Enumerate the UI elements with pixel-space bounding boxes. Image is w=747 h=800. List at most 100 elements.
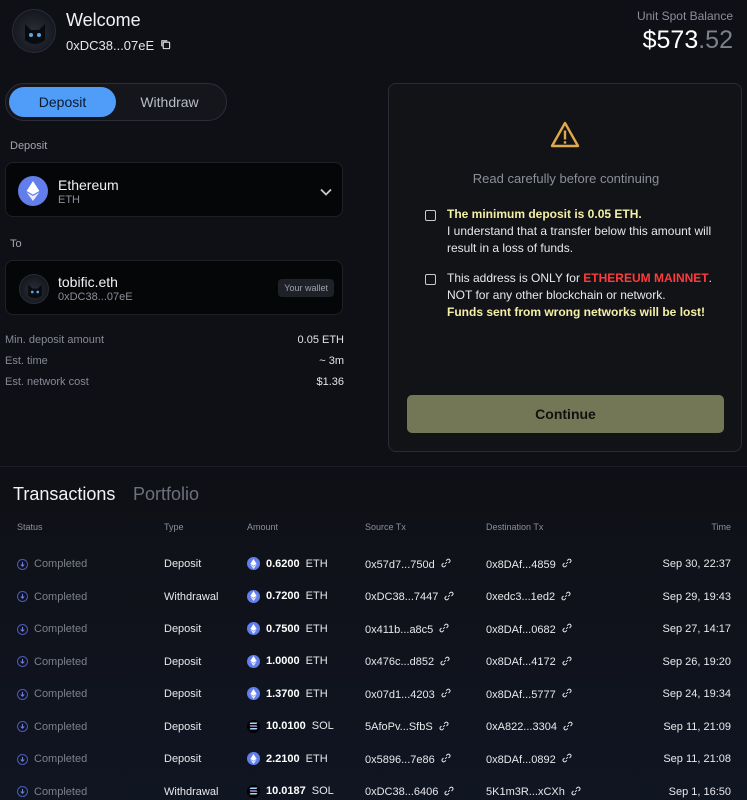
amount-cell: 0.7500 ETH bbox=[247, 622, 328, 635]
status-text: Completed bbox=[34, 558, 88, 570]
column-header-time: Time bbox=[711, 522, 731, 532]
time-cell: Sep 27, 14:17 bbox=[662, 623, 731, 635]
tab-transactions[interactable]: Transactions bbox=[13, 484, 115, 505]
destination-tx-link[interactable]: 0x8DAf...4172 bbox=[486, 656, 572, 669]
status-cell: Completed bbox=[17, 558, 87, 570]
acknowledge-network-checkbox[interactable] bbox=[425, 274, 436, 285]
network-suffix: . bbox=[708, 271, 712, 285]
amount-cell: 10.0187 SOL bbox=[247, 784, 334, 798]
status-cell: Completed bbox=[17, 656, 87, 668]
source-tx-link[interactable]: 0x07d1...4203 bbox=[365, 688, 451, 701]
link-icon[interactable] bbox=[441, 753, 451, 766]
link-icon[interactable] bbox=[444, 591, 454, 604]
detail-label: Min. deposit amount bbox=[5, 334, 105, 346]
ethereum-icon bbox=[247, 589, 260, 603]
status-text: Completed bbox=[34, 720, 88, 733]
amount-value: 10.0100 bbox=[266, 720, 306, 732]
table-row[interactable]: Completed Withdrawal 10.0187 SOL 0xDC38.… bbox=[0, 778, 747, 800]
destination-tx-hash: 0x8DAf...0892 bbox=[486, 753, 556, 766]
network-text: NOT for any other blockchain or network. bbox=[447, 288, 666, 302]
amount-token: ETH bbox=[305, 752, 328, 765]
amount-token: SOL bbox=[311, 785, 334, 797]
link-icon[interactable] bbox=[441, 688, 451, 701]
source-tx-hash: 0x07d1...4203 bbox=[365, 688, 435, 701]
link-icon[interactable] bbox=[439, 623, 449, 636]
column-header-amount: Amount bbox=[247, 522, 279, 532]
link-icon[interactable] bbox=[439, 721, 449, 734]
your-wallet-badge: Your wallet bbox=[278, 279, 334, 297]
table-row[interactable]: Completed Deposit 1.3700 ETH 0x07d1...42… bbox=[0, 680, 747, 713]
link-icon[interactable] bbox=[562, 656, 572, 669]
tab-withdraw[interactable]: Withdraw bbox=[116, 87, 223, 117]
table-row[interactable]: Completed Withdrawal 0.7200 ETH 0xDC38..… bbox=[0, 583, 747, 616]
amount-token: ETH bbox=[305, 622, 328, 635]
token-select[interactable]: Ethereum ETH bbox=[5, 162, 343, 217]
completed-status-icon bbox=[17, 753, 28, 765]
source-tx-link[interactable]: 5AfoPv...SfbS bbox=[365, 721, 449, 734]
destination-tx-link[interactable]: 0x8DAf...5777 bbox=[486, 688, 572, 701]
continue-button[interactable]: Continue bbox=[407, 395, 724, 433]
type-cell: Deposit bbox=[164, 753, 202, 765]
status-cell: Completed bbox=[17, 688, 87, 700]
deposit-label: Deposit bbox=[10, 140, 48, 152]
ethereum-icon bbox=[247, 752, 260, 765]
destination-tx-link[interactable]: 0xA822...3304 bbox=[486, 721, 573, 734]
link-icon[interactable] bbox=[444, 786, 454, 799]
table-row[interactable]: Completed Deposit 0.6200 ETH 0x57d7...75… bbox=[0, 550, 747, 583]
tab-deposit[interactable]: Deposit bbox=[9, 87, 116, 117]
warning-title: Read carefully before continuing bbox=[472, 171, 660, 186]
link-icon[interactable] bbox=[571, 786, 581, 799]
link-icon[interactable] bbox=[441, 558, 451, 571]
tab-portfolio[interactable]: Portfolio bbox=[133, 484, 199, 505]
source-tx-hash: 0x476c...d852 bbox=[365, 656, 435, 668]
source-tx-link[interactable]: 0x5896...7e86 bbox=[365, 753, 451, 766]
token-name: Ethereum bbox=[58, 177, 119, 193]
destination-tx-link[interactable]: 0x8DAf...4859 bbox=[486, 558, 572, 571]
source-tx-link[interactable]: 0x411b...a8c5 bbox=[365, 623, 449, 636]
table-row[interactable]: Completed Deposit 10.0100 SOL 5AfoPv...S… bbox=[0, 713, 747, 746]
destination-tx-link[interactable]: 5K1m3R...xCXh bbox=[486, 786, 581, 799]
completed-status-icon bbox=[17, 591, 28, 602]
type-cell: Withdrawal bbox=[164, 590, 219, 603]
wallet-address[interactable]: 0xDC38...07eE bbox=[66, 38, 171, 53]
amount-value: 1.0000 bbox=[266, 655, 300, 667]
link-icon[interactable] bbox=[440, 656, 450, 669]
chevron-down-icon[interactable] bbox=[320, 183, 332, 201]
balance-label: Unit Spot Balance bbox=[636, 9, 733, 23]
destination-tx-link[interactable]: 0x8DAf...0682 bbox=[486, 623, 572, 636]
link-icon[interactable] bbox=[562, 558, 572, 571]
status-cell: Completed bbox=[17, 623, 87, 635]
destination-tx-link[interactable]: 0x8DAf...0892 bbox=[486, 753, 572, 766]
time-cell: Sep 24, 19:34 bbox=[662, 688, 731, 700]
link-icon[interactable] bbox=[562, 688, 572, 701]
table-row[interactable]: Completed Deposit 2.2100 ETH 0x5896...7e… bbox=[0, 745, 747, 778]
table-row[interactable]: Completed Deposit 1.0000 ETH 0x476c...d8… bbox=[0, 648, 747, 681]
wallet-address-short: 0xDC38...07eE bbox=[58, 291, 133, 303]
source-tx-link[interactable]: 0xDC38...7447 bbox=[365, 591, 454, 604]
link-icon[interactable] bbox=[561, 591, 571, 604]
source-tx-link[interactable]: 0x476c...d852 bbox=[365, 656, 450, 669]
link-icon[interactable] bbox=[563, 721, 573, 734]
source-tx-link[interactable]: 0xDC38...6406 bbox=[365, 786, 454, 799]
destination-tx-link[interactable]: 0xedc3...1ed2 bbox=[486, 591, 571, 604]
min-deposit-text: I understand that a transfer below this … bbox=[447, 224, 712, 255]
copy-icon[interactable] bbox=[160, 38, 171, 53]
ethereum-icon bbox=[247, 557, 260, 570]
time-cell: Sep 11, 21:09 bbox=[663, 720, 731, 733]
status-text: Completed bbox=[34, 785, 88, 798]
link-icon[interactable] bbox=[562, 753, 572, 766]
destination-tx-hash: 0x8DAf...4172 bbox=[486, 656, 556, 668]
acknowledge-min-deposit-checkbox[interactable] bbox=[425, 210, 436, 221]
time-cell: Sep 29, 19:43 bbox=[662, 590, 731, 603]
source-tx-link[interactable]: 0x57d7...750d bbox=[365, 558, 451, 571]
ethereum-icon bbox=[18, 176, 48, 206]
link-icon[interactable] bbox=[562, 623, 572, 636]
source-tx-hash: 0xDC38...6406 bbox=[365, 786, 439, 798]
column-header-type: Type bbox=[164, 522, 184, 532]
source-tx-hash: 5AfoPv...SfbS bbox=[365, 721, 433, 733]
amount-cell: 1.0000 ETH bbox=[247, 654, 328, 668]
table-row[interactable]: Completed Deposit 0.7500 ETH 0x411b...a8… bbox=[0, 615, 747, 648]
destination-tx-hash: 0x8DAf...4859 bbox=[486, 558, 556, 571]
warning-item-min-deposit: The minimum deposit is 0.05 ETH. I under… bbox=[447, 206, 717, 257]
completed-status-icon bbox=[17, 721, 28, 732]
